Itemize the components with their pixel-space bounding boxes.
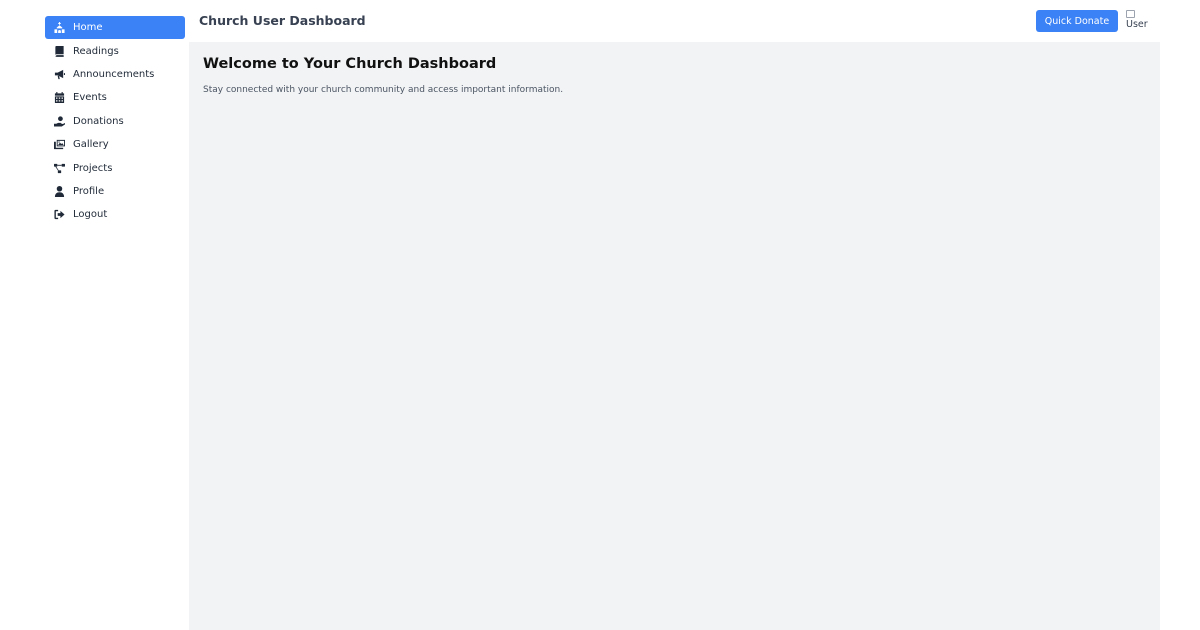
sidebar-item-gallery[interactable]: Gallery (45, 133, 185, 156)
sidebar-item-label: Home (73, 22, 103, 34)
sidebar-item-home[interactable]: Home (45, 16, 185, 40)
sidebar-item-label: Projects (73, 162, 113, 174)
app-title: Church User Dashboard (199, 13, 366, 28)
main-content: Welcome to Your Church Dashboard Stay co… (189, 42, 1160, 630)
project-diagram-icon (54, 163, 65, 174)
sidebar-item-profile[interactable]: Profile (45, 180, 185, 203)
page-title: Welcome to Your Church Dashboard (203, 56, 497, 72)
sign-out-icon (54, 209, 65, 220)
sidebar-item-label: Readings (73, 45, 119, 57)
sidebar-item-label: Events (73, 92, 107, 104)
app-root: Home Readings Announcements Events Donat… (0, 0, 1200, 630)
calendar-icon (54, 92, 65, 104)
book-icon (54, 45, 65, 57)
sidebar-item-logout[interactable]: Logout (45, 203, 185, 226)
sidebar: Home Readings Announcements Events Donat… (45, 16, 185, 227)
donate-hand-icon (54, 116, 65, 127)
church-icon (54, 22, 65, 34)
sidebar-item-events[interactable]: Events (45, 86, 185, 109)
broken-image-icon (1126, 10, 1135, 18)
avatar-alt-text: User (1126, 18, 1148, 30)
sidebar-item-label: Donations (73, 115, 124, 127)
sidebar-item-projects[interactable]: Projects (45, 156, 185, 179)
sidebar-item-donations[interactable]: Donations (45, 110, 185, 133)
user-icon (54, 185, 65, 197)
sidebar-item-label: Logout (73, 209, 108, 221)
sidebar-item-label: Gallery (73, 139, 109, 151)
sidebar-item-label: Announcements (73, 68, 155, 80)
megaphone-icon (54, 69, 65, 80)
page-subtitle: Stay connected with your church communit… (203, 85, 564, 95)
quick-donate-button[interactable]: Quick Donate (1036, 10, 1118, 32)
sidebar-item-announcements[interactable]: Announcements (45, 63, 185, 86)
avatar[interactable]: User (1126, 9, 1154, 35)
images-icon (54, 139, 65, 150)
sidebar-item-readings[interactable]: Readings (45, 39, 185, 62)
sidebar-item-label: Profile (73, 185, 105, 197)
